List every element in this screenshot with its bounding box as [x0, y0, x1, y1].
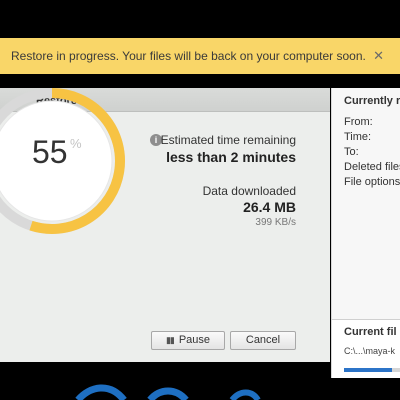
estimated-time-label: Estimated time remaining	[160, 133, 296, 147]
data-downloaded-label: Data downloaded	[202, 184, 296, 198]
restore-status-banner: Restore in progress. Your files will be …	[0, 38, 400, 74]
pause-icon: ▮▮	[165, 335, 175, 345]
banner-message: Restore in progress. Your files will be …	[11, 49, 366, 63]
current-file-progress-bar	[344, 368, 400, 372]
currently-restoring-title: Currently re	[344, 95, 400, 107]
data-downloaded-value: 26.4 MB	[243, 199, 296, 215]
time-label: Time:	[344, 131, 372, 143]
pause-button[interactable]: ▮▮ Pause	[151, 331, 225, 350]
cancel-button[interactable]: Cancel	[230, 331, 296, 350]
close-icon[interactable]: ✕	[373, 38, 384, 74]
progress-percent-sign: %	[70, 136, 82, 151]
screen-border-top	[0, 0, 400, 38]
current-file-path: C:\...\maya-k	[344, 346, 396, 356]
file-options-label: File options:	[344, 176, 400, 188]
from-label: From:	[344, 116, 373, 128]
current-file-progress-fill	[344, 368, 392, 372]
background-decoration	[0, 378, 400, 400]
pause-button-label: Pause	[178, 334, 211, 346]
progress-percent: 55	[32, 134, 68, 170]
download-speed: 399 KB/s	[255, 217, 296, 228]
current-file-panel: Current fil C:\...\maya-k	[331, 319, 400, 379]
estimated-time-value: less than 2 minutes	[166, 149, 296, 165]
current-file-title: Current fil	[344, 326, 397, 338]
deleted-files-label: Deleted files	[344, 161, 400, 173]
to-label: To:	[344, 146, 359, 158]
